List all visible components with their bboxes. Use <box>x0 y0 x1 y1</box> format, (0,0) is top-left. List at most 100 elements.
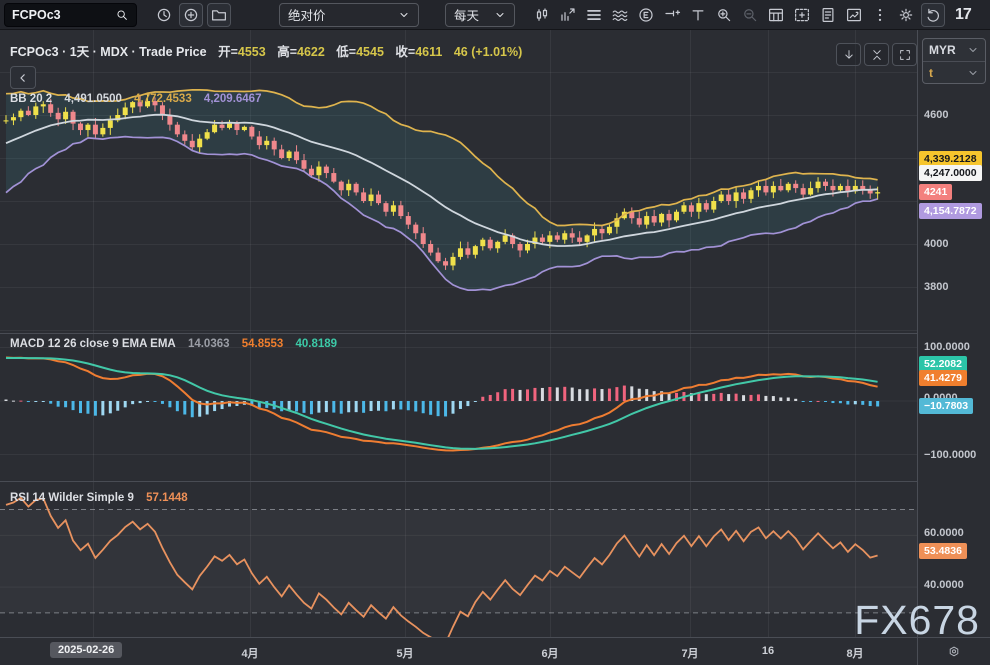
close-label: 收= <box>395 45 415 59</box>
symbol-info-row[interactable]: FCPOc3 · 1天 · MDX · Trade Price 开=4553 高… <box>10 41 522 60</box>
bb-legend-name: BB 20 2 <box>10 93 52 105</box>
close-value: 4611 <box>415 45 442 59</box>
plus-circle-icon <box>182 6 200 24</box>
chart-export-button[interactable] <box>843 4 865 26</box>
interval-select[interactable]: 每天 <box>445 3 515 27</box>
symbol-search[interactable]: FCPOc3 <box>4 3 137 27</box>
price-axis-badge: 4,247.0000 <box>919 165 982 181</box>
back-button[interactable] <box>10 66 36 89</box>
macd-axis-badge: 41.4279 <box>919 370 967 386</box>
axis-settings-icon <box>947 645 961 659</box>
price-tick: 4600 <box>924 108 948 122</box>
search-icon <box>115 8 129 22</box>
bb-basis-value: 4,491.0500 <box>64 93 122 105</box>
time-axis-label: 16 <box>762 645 774 657</box>
zoom-out-icon <box>741 6 759 24</box>
bb-legend[interactable]: BB 20 2 4,491.0500 4,772.4533 4,209.6467 <box>10 93 270 105</box>
time-axis-label: 8月 <box>846 645 863 661</box>
currency-value: MYR <box>929 43 956 57</box>
rsi-value: 57.1448 <box>146 492 188 504</box>
candles-button[interactable] <box>531 4 553 26</box>
indicators-waves-button[interactable] <box>609 4 631 26</box>
zoom-in-button[interactable] <box>713 4 735 26</box>
high-value: 4622 <box>297 45 325 59</box>
low-value: 4545 <box>356 45 384 59</box>
plus-circle-button[interactable] <box>179 3 203 27</box>
unit-select[interactable]: t <box>923 61 985 83</box>
settings-gear-icon <box>897 6 915 24</box>
folder-icon <box>210 6 228 24</box>
publish-icon <box>819 6 837 24</box>
tradingview-logo[interactable]: 17 <box>955 6 971 24</box>
symbol-title: FCPOc3 · 1天 · MDX · Trade Price <box>10 45 207 59</box>
circle-e-icon <box>637 6 655 24</box>
time-axis[interactable]: 2025-02-26 4月5月6月7月168月 <box>0 637 917 665</box>
chevron-down-icon <box>494 9 506 21</box>
rsi-legend-name: RSI 14 Wilder Simple 9 <box>10 492 134 504</box>
bb-lower-value: 4,209.6467 <box>204 93 262 105</box>
open-value: 4553 <box>238 45 266 59</box>
macd-signal-value: 40.8189 <box>296 338 338 350</box>
currency-unit-selector[interactable]: MYR t <box>922 38 986 84</box>
macd-hist-value: 14.0363 <box>188 338 230 350</box>
chart-export-icon <box>845 6 863 24</box>
macd-legend-name: MACD 12 26 close 9 EMA EMA <box>10 338 176 350</box>
more-dots-icon <box>871 6 889 24</box>
text-tool-button[interactable] <box>687 4 709 26</box>
more-dots-button[interactable] <box>869 4 891 26</box>
layers-icon <box>585 6 603 24</box>
snapshot-icon <box>793 6 811 24</box>
low-label: 低= <box>336 45 356 59</box>
change-value: 46 (+1.01%) <box>454 45 522 59</box>
rsi-axis-badge: 53.4836 <box>919 543 967 559</box>
undo-icon <box>924 6 942 24</box>
fx678-watermark: FX678 <box>854 600 980 641</box>
zoom-in-icon <box>715 6 733 24</box>
layers-button[interactable] <box>583 4 605 26</box>
collapse-button[interactable] <box>864 43 889 66</box>
rsi-tick: 60.0000 <box>924 526 964 540</box>
price-axis-badge: 4,154.7872 <box>919 203 982 219</box>
macd-tick: 100.0000 <box>924 340 970 354</box>
clock-button[interactable] <box>153 4 175 26</box>
rsi-tick: 40.0000 <box>924 578 964 592</box>
zoom-out-button[interactable] <box>739 4 761 26</box>
compare-button[interactable] <box>557 4 579 26</box>
unit-value: t <box>929 66 933 80</box>
arrow-down-button[interactable] <box>836 43 861 66</box>
price-axis[interactable]: MYR t 460040003800100.00000.0000−100.000… <box>917 30 990 637</box>
candles-icon <box>533 6 551 24</box>
macd-line-value: 54.8553 <box>242 338 284 350</box>
settings-gear-button[interactable] <box>895 4 917 26</box>
top-toolbar: FCPOc3 绝对价 每天 17 <box>0 0 990 30</box>
time-axis-label: 7月 <box>681 645 698 661</box>
folder-button[interactable] <box>207 3 231 27</box>
chevron-down-icon <box>967 67 979 79</box>
alert-add-button[interactable] <box>661 4 683 26</box>
arrow-down-icon <box>842 48 856 62</box>
text-tool-icon <box>689 6 707 24</box>
circle-e-button[interactable] <box>635 4 657 26</box>
table-button[interactable] <box>765 4 787 26</box>
maximize-button[interactable] <box>892 43 917 66</box>
open-label: 开= <box>218 45 238 59</box>
undo-button[interactable] <box>921 3 945 27</box>
interval-value: 每天 <box>454 5 479 24</box>
table-icon <box>767 6 785 24</box>
rsi-legend[interactable]: RSI 14 Wilder Simple 9 57.1448 <box>10 492 197 504</box>
macd-legend[interactable]: MACD 12 26 close 9 EMA EMA 14.0363 54.85… <box>10 338 346 350</box>
currency-select[interactable]: MYR <box>923 39 985 61</box>
price-mode-value: 绝对价 <box>288 5 326 24</box>
high-label: 高= <box>277 45 297 59</box>
macd-tick: −100.0000 <box>924 448 976 462</box>
crosshair-date-badge: 2025-02-26 <box>50 642 122 658</box>
snapshot-button[interactable] <box>791 4 813 26</box>
alert-add-icon <box>663 6 681 24</box>
collapse-icon <box>870 48 884 62</box>
price-mode-select[interactable]: 绝对价 <box>279 3 419 27</box>
compare-icon <box>559 6 577 24</box>
publish-button[interactable] <box>817 4 839 26</box>
time-axis-label: 4月 <box>241 645 258 661</box>
chevron-left-icon <box>16 71 30 85</box>
price-tick: 3800 <box>924 280 948 294</box>
